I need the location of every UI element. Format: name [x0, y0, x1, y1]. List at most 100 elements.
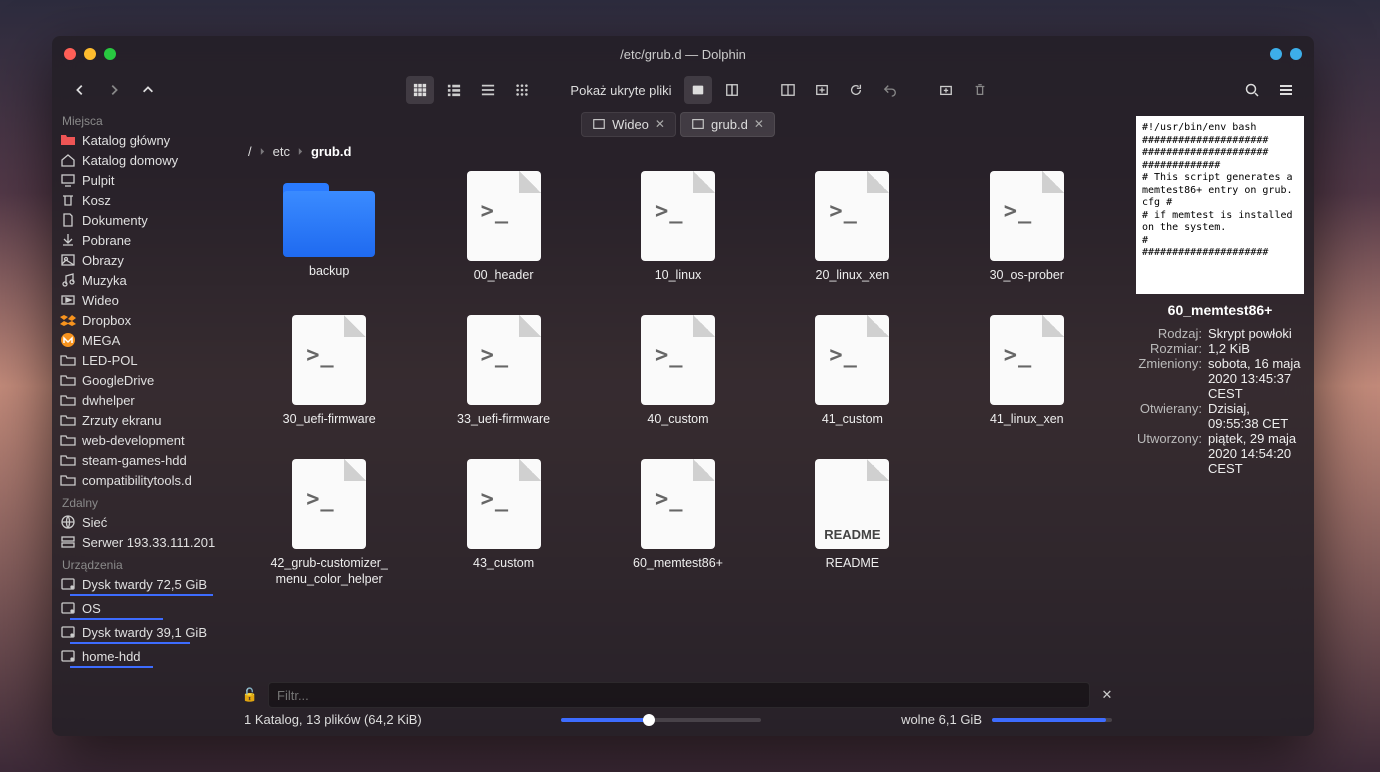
sidebar-item[interactable]: Muzyka — [52, 270, 230, 290]
sidebar-item[interactable]: steam-games-hdd — [52, 450, 230, 470]
file-item[interactable]: 00_header — [416, 171, 590, 311]
folder-icon — [691, 117, 705, 131]
sidebar-section-title: Urządzenia — [52, 552, 230, 574]
sidebar-item[interactable]: LED-POL — [52, 350, 230, 370]
sidebar-item[interactable]: Dysk twardy 39,1 GiB — [52, 622, 230, 642]
sidebar-item[interactable]: dwhelper — [52, 390, 230, 410]
sidebar-item[interactable]: Dokumenty — [52, 210, 230, 230]
reload-button[interactable] — [842, 76, 870, 104]
file-item[interactable]: 33_uefi-firmware — [416, 315, 590, 455]
sidebar-item[interactable]: GoogleDrive — [52, 370, 230, 390]
maximize-icon[interactable] — [104, 48, 116, 60]
sidebar-item-label: home-hdd — [82, 649, 141, 664]
shell-script-icon — [815, 171, 889, 261]
sidebar-item-label: Dysk twardy 72,5 GiB — [82, 577, 207, 592]
sidebar-item[interactable]: home-hdd — [52, 646, 230, 666]
close-icon[interactable]: ✕ — [1098, 687, 1116, 703]
close-icon[interactable]: ✕ — [754, 117, 764, 131]
folder-icon — [60, 372, 76, 388]
minimize-icon[interactable] — [84, 48, 96, 60]
tab[interactable]: Wideo✕ — [581, 112, 676, 137]
menu-button[interactable] — [1272, 76, 1300, 104]
sidebar-item[interactable]: Obrazy — [52, 250, 230, 270]
back-button[interactable] — [66, 76, 94, 104]
music-icon — [60, 272, 76, 288]
sidebar-item[interactable]: MEGA — [52, 330, 230, 350]
file-item[interactable]: READMEREADME — [765, 459, 939, 599]
file-label: 30_os-prober — [990, 267, 1064, 283]
sidebar: MiejscaKatalog głównyKatalog domowyPulpi… — [52, 108, 230, 736]
sidebar-item[interactable]: Katalog główny — [52, 130, 230, 150]
globe-icon — [60, 514, 76, 530]
file-item[interactable]: 20_linux_xen — [765, 171, 939, 311]
preview-toggle-button[interactable] — [684, 76, 712, 104]
file-grid[interactable]: backup 00_header10_linux20_linux_xen 30_os… — [230, 165, 1126, 682]
new-folder-button[interactable] — [932, 76, 960, 104]
search-button[interactable] — [1238, 76, 1266, 104]
breadcrumb-part[interactable]: etc — [273, 144, 290, 159]
sidebar-section-title: Miejsca — [52, 108, 230, 130]
shell-script-icon — [641, 315, 715, 405]
tabs: Wideo✕grub.d✕ — [230, 110, 1126, 138]
delete-button[interactable] — [966, 76, 994, 104]
info-row: Utworzony:piątek, 29 maja 2020 14:54:20 … — [1136, 431, 1304, 476]
lock-icon[interactable]: 🔓 — [240, 687, 260, 703]
shell-script-icon — [467, 315, 541, 405]
breadcrumb-root[interactable]: / — [248, 144, 252, 159]
sidebar-item-label: compatibilitytools.d — [82, 473, 192, 488]
file-item[interactable]: 41_linux_xen — [940, 315, 1114, 455]
filter-input[interactable] — [268, 682, 1090, 708]
view-compact-button[interactable] — [440, 76, 468, 104]
show-hidden-label[interactable]: Pokaż ukryte pliki — [564, 83, 677, 98]
sidebar-item[interactable]: Wideo — [52, 290, 230, 310]
file-item[interactable]: 30_os-prober — [940, 171, 1114, 311]
sidebar-item[interactable]: OS — [52, 598, 230, 618]
sidebar-item[interactable]: Pulpit — [52, 170, 230, 190]
forward-button[interactable] — [100, 76, 128, 104]
sidebar-item[interactable]: Sieć — [52, 512, 230, 532]
sidebar-item[interactable]: Kosz — [52, 190, 230, 210]
tab[interactable]: grub.d✕ — [680, 112, 775, 137]
view-icons-button[interactable] — [406, 76, 434, 104]
breadcrumb[interactable]: / etc grub.d — [230, 138, 1126, 165]
file-item[interactable]: 10_linux — [591, 171, 765, 311]
up-button[interactable] — [134, 76, 162, 104]
file-item[interactable]: 60_memtest86+ — [591, 459, 765, 599]
file-item[interactable]: 41_custom — [765, 315, 939, 455]
sidebar-item[interactable]: web-development — [52, 430, 230, 450]
new-tab-button[interactable] — [808, 76, 836, 104]
sidebar-item-label: LED-POL — [82, 353, 138, 368]
sidebar-item[interactable]: Dysk twardy 72,5 GiB — [52, 574, 230, 594]
view-details-button[interactable] — [474, 76, 502, 104]
file-label: backup — [309, 263, 349, 279]
file-label: 41_linux_xen — [990, 411, 1064, 427]
sidebar-item-label: web-development — [82, 433, 185, 448]
close-icon[interactable]: ✕ — [655, 117, 665, 131]
sidebar-item[interactable]: compatibilitytools.d — [52, 470, 230, 490]
preview-toggle2-button[interactable] — [718, 76, 746, 104]
sidebar-item-label: Dropbox — [82, 313, 131, 328]
shell-script-icon — [292, 459, 366, 549]
sidebar-item[interactable]: Dropbox — [52, 310, 230, 330]
sidebar-item[interactable]: Katalog domowy — [52, 150, 230, 170]
file-item[interactable]: 42_grub-customizer_ menu_color_helper — [242, 459, 416, 599]
file-item[interactable]: 30_uefi-firmware — [242, 315, 416, 455]
file-item[interactable]: 43_custom — [416, 459, 590, 599]
file-item[interactable]: backup — [242, 171, 416, 311]
view-detail2-button[interactable] — [508, 76, 536, 104]
text-file-icon: README — [815, 459, 889, 549]
undo-button[interactable] — [876, 76, 904, 104]
sidebar-item-label: Serwer 193.33.111.201 — [82, 535, 215, 550]
file-label: 42_grub-customizer_ menu_color_helper — [254, 555, 404, 588]
desktop-icon — [60, 172, 76, 188]
server-icon — [60, 534, 76, 550]
close-icon[interactable] — [64, 48, 76, 60]
split-button[interactable] — [774, 76, 802, 104]
sidebar-item[interactable]: Pobrane — [52, 230, 230, 250]
file-item[interactable]: 40_custom — [591, 315, 765, 455]
keep-above-icon[interactable] — [1270, 48, 1282, 60]
sidebar-item[interactable]: Serwer 193.33.111.201 — [52, 532, 230, 552]
zoom-slider[interactable] — [561, 718, 761, 722]
pin-icon[interactable] — [1290, 48, 1302, 60]
sidebar-item[interactable]: Zrzuty ekranu — [52, 410, 230, 430]
